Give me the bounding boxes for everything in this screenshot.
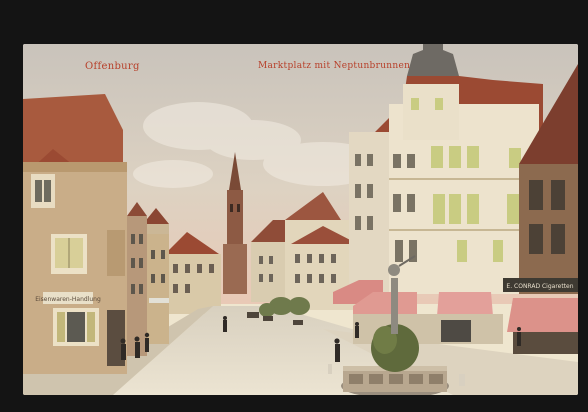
postcard: Eisenwaren-Handlung E. CONRAD Cigaretten… [23, 44, 578, 395]
awning [437, 292, 493, 316]
left-foreground-building: Eisenwaren-Handlung [23, 94, 127, 374]
shop-sign: E. CONRAD Cigaretten [506, 283, 573, 290]
awning [507, 298, 578, 332]
street-scene-illustration: Eisenwaren-Handlung E. CONRAD Cigaretten [23, 44, 578, 395]
wall-sign: Eisenwaren-Handlung [35, 296, 101, 303]
title-caption: Marktplatz mit Neptunbrunnen [258, 61, 411, 71]
city-caption: Offenburg [85, 61, 140, 72]
